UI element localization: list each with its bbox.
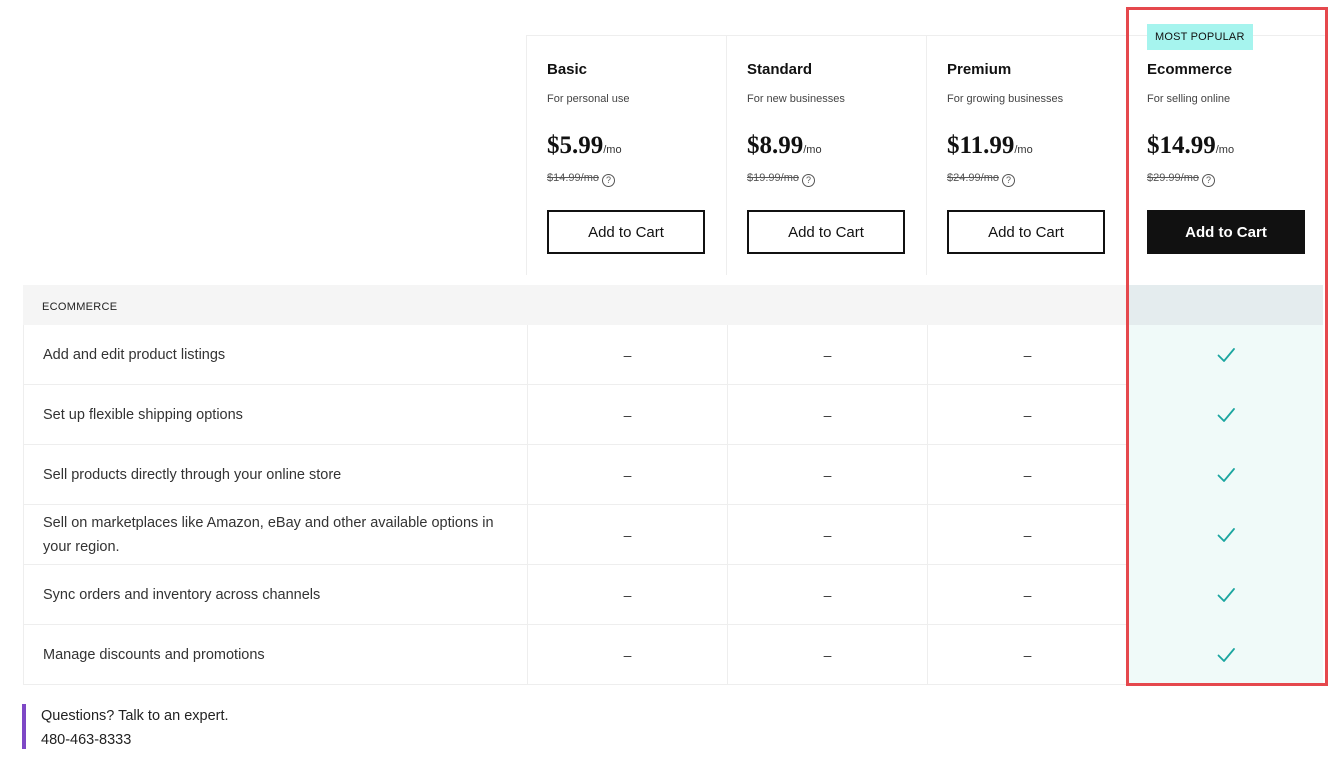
not-included-dash: –: [527, 565, 727, 625]
price-amount: $14.99: [1147, 132, 1216, 159]
add-to-cart-button[interactable]: Add to Cart: [547, 210, 705, 254]
not-included-dash: –: [927, 565, 1127, 625]
section-highlight: [1127, 285, 1323, 325]
check-icon: [1127, 625, 1323, 685]
feature-label: Manage discounts and promotions: [43, 647, 265, 663]
not-included-dash: –: [527, 325, 727, 385]
not-included-dash: –: [727, 325, 927, 385]
price-period: /mo: [1014, 144, 1033, 156]
price-amount: $5.99: [547, 132, 604, 159]
plan-subtitle: For selling online: [1147, 93, 1231, 105]
feature-row: Add and edit product listings – – –: [23, 325, 1323, 385]
original-price: $14.99/mo?: [547, 172, 615, 187]
price: $11.99/mo: [947, 132, 1033, 160]
check-icon: [1127, 565, 1323, 625]
not-included-dash: –: [527, 625, 727, 685]
original-price-amount: $14.99/mo: [547, 172, 599, 184]
check-icon: [1127, 445, 1323, 505]
feature-label: Add and edit product listings: [43, 347, 226, 363]
most-popular-badge: MOST POPULAR: [1147, 24, 1253, 50]
price-period: /mo: [1215, 144, 1235, 156]
help-icon[interactable]: ?: [1201, 174, 1215, 187]
feature-label: Sell products directly through your onli…: [43, 467, 342, 483]
contact-callout: Questions? Talk to an expert. 480-463-83…: [22, 704, 229, 749]
original-price-amount: $29.99/mo: [1147, 172, 1199, 184]
original-price: $19.99/mo?: [747, 172, 815, 187]
plan-card-standard: Standard For new businesses $8.99/mo $19…: [726, 35, 926, 275]
section-header: ECOMMERCE: [23, 285, 1323, 325]
price-amount: $11.99: [947, 132, 1015, 159]
not-included-dash: –: [727, 505, 927, 565]
plan-subtitle: For new businesses: [747, 93, 845, 105]
plan-subtitle: For personal use: [547, 93, 630, 105]
plan-card-ecommerce: MOST POPULAR Ecommerce For selling onlin…: [1126, 24, 1326, 275]
not-included-dash: –: [927, 325, 1127, 385]
price: $8.99/mo: [747, 132, 822, 160]
not-included-dash: –: [727, 565, 927, 625]
feature-label: Sell on marketplaces like Amazon, eBay a…: [43, 515, 494, 555]
not-included-dash: –: [727, 385, 927, 445]
help-icon[interactable]: ?: [601, 174, 615, 187]
not-included-dash: –: [727, 625, 927, 685]
check-icon: [1127, 385, 1323, 445]
add-to-cart-button[interactable]: Add to Cart: [1147, 210, 1305, 254]
price-period: /mo: [803, 144, 822, 156]
original-price-amount: $19.99/mo: [747, 172, 799, 184]
not-included-dash: –: [927, 625, 1127, 685]
plan-name: Ecommerce: [1147, 61, 1233, 78]
add-to-cart-button[interactable]: Add to Cart: [947, 210, 1105, 254]
plan-name: Premium: [947, 61, 1012, 78]
not-included-dash: –: [527, 385, 727, 445]
feature-row: Sell products directly through your onli…: [23, 445, 1323, 505]
check-icon: [1127, 505, 1323, 565]
original-price: $29.99/mo?: [1147, 172, 1215, 187]
price-amount: $8.99: [747, 132, 804, 159]
help-icon[interactable]: ?: [1001, 174, 1015, 187]
not-included-dash: –: [927, 385, 1127, 445]
plan-card-premium: Premium For growing businesses $11.99/mo…: [926, 35, 1126, 275]
original-price-amount: $24.99/mo: [947, 172, 999, 184]
contact-question: Questions? Talk to an expert.: [41, 708, 229, 724]
price: $5.99/mo: [547, 132, 622, 160]
add-to-cart-button[interactable]: Add to Cart: [747, 210, 905, 254]
price-period: /mo: [603, 144, 622, 156]
not-included-dash: –: [527, 445, 727, 505]
plan-card-basic: Basic For personal use $5.99/mo $14.99/m…: [526, 35, 726, 275]
not-included-dash: –: [927, 505, 1127, 565]
section-label: ECOMMERCE: [42, 301, 118, 313]
feature-row: Manage discounts and promotions – – –: [23, 625, 1323, 685]
original-price: $24.99/mo?: [947, 172, 1015, 187]
plan-name: Basic: [547, 61, 588, 78]
contact-phone[interactable]: 480-463-8333: [41, 728, 229, 752]
feature-label: Set up flexible shipping options: [43, 407, 243, 423]
not-included-dash: –: [927, 445, 1127, 505]
feature-row: Set up flexible shipping options – – –: [23, 385, 1323, 445]
check-icon: [1127, 325, 1323, 385]
price: $14.99/mo: [1147, 132, 1234, 160]
feature-label: Sync orders and inventory across channel…: [43, 587, 321, 603]
feature-row: Sync orders and inventory across channel…: [23, 565, 1323, 625]
plan-name: Standard: [747, 61, 813, 78]
plan-subtitle: For growing businesses: [947, 93, 1064, 105]
not-included-dash: –: [727, 445, 927, 505]
feature-row: Sell on marketplaces like Amazon, eBay a…: [23, 505, 1323, 565]
not-included-dash: –: [527, 505, 727, 565]
help-icon[interactable]: ?: [801, 174, 815, 187]
